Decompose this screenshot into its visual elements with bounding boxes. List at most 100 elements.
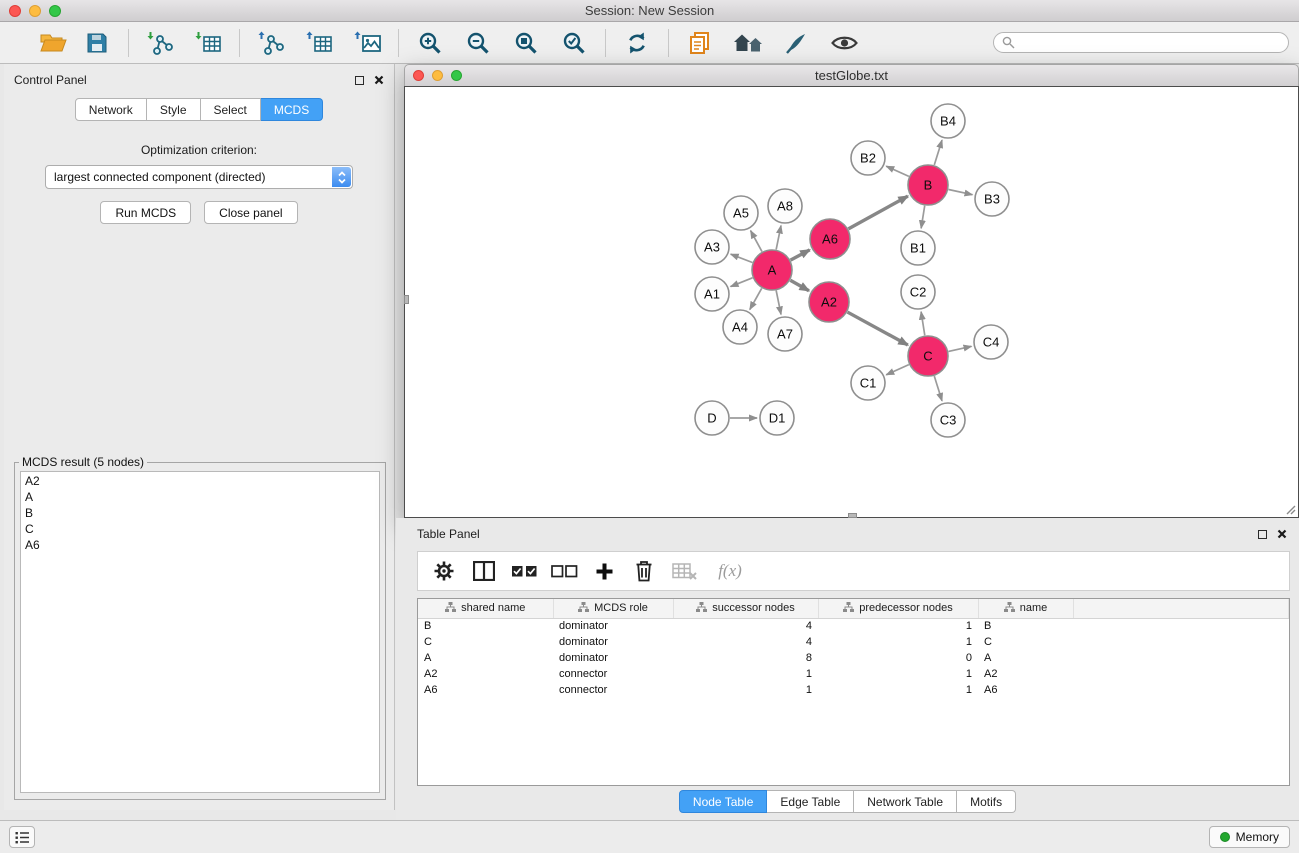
network-edge[interactable] [934,140,942,165]
tab-network-table[interactable]: Network Table [854,790,957,813]
network-node[interactable]: B [908,165,948,205]
network-node[interactable]: A2 [809,282,849,322]
network-edge[interactable] [791,250,810,260]
column-header-shared-name[interactable]: shared name [418,599,553,618]
network-node[interactable]: A1 [695,277,729,311]
tab-node-table[interactable]: Node Table [679,790,768,813]
open-file-button[interactable] [34,25,72,61]
table-cell[interactable]: 1 [673,682,818,698]
table-cell[interactable]: connector [553,666,673,682]
network-edge[interactable] [886,365,909,375]
network-canvas[interactable]: B4B2BB3A5A8A6B1A3AA1C2A2A4A7C4CC1C3DD1 [404,86,1299,518]
tab-network[interactable]: Network [75,98,147,121]
table-cell[interactable]: A2 [978,666,1073,682]
function-builder-button[interactable]: f(x) [706,554,754,588]
mcds-result-item[interactable]: A2 [21,473,379,489]
network-node[interactable]: C1 [851,366,885,400]
network-canvas-svg[interactable]: B4B2BB3A5A8A6B1A3AA1C2A2A4A7C4CC1C3DD1 [405,87,1298,517]
table-cell[interactable]: 1 [818,666,978,682]
network-edge[interactable] [790,280,809,290]
tab-mcds[interactable]: MCDS [261,98,323,121]
table-cell[interactable]: 4 [673,634,818,650]
zoom-selected-button[interactable] [555,25,593,61]
network-edge[interactable] [848,196,907,229]
network-window-titlebar[interactable]: testGlobe.txt [404,64,1299,86]
export-table-button[interactable] [300,25,338,61]
table-cell[interactable]: 4 [673,618,818,634]
mcds-result-item[interactable]: C [21,521,379,537]
column-header-mcds-role[interactable]: MCDS role [553,599,673,618]
mcds-result-item[interactable]: B [21,505,379,521]
network-node[interactable]: A7 [768,317,802,351]
tab-select[interactable]: Select [201,98,261,121]
run-mcds-button[interactable]: Run MCDS [100,201,191,224]
close-table-panel-icon[interactable] [1277,529,1287,539]
table-cell[interactable]: 1 [818,634,978,650]
search-box[interactable] [993,32,1289,53]
table-cell[interactable]: dominator [553,650,673,666]
network-node[interactable]: A [752,250,792,290]
table-cell[interactable]: dominator [553,634,673,650]
network-edge[interactable] [949,189,973,194]
optimization-criterion-dropdown[interactable]: largest connected component (directed) [45,165,353,189]
table-cell[interactable]: 1 [818,618,978,634]
mcds-result-list[interactable]: A2ABCA6 [20,471,380,793]
network-edge[interactable] [731,278,753,287]
network-node[interactable]: D1 [760,401,794,435]
close-panel-icon[interactable] [374,75,384,85]
delete-table-button[interactable] [666,554,702,588]
network-edge[interactable] [751,231,762,252]
network-node[interactable]: A5 [724,196,758,230]
export-network-button[interactable] [252,25,290,61]
select-all-button[interactable] [506,554,542,588]
network-edge[interactable] [847,312,907,345]
add-row-button[interactable] [586,554,622,588]
network-edge[interactable] [921,312,925,335]
table-cell[interactable]: A6 [418,682,553,698]
network-node[interactable]: B2 [851,141,885,175]
export-image-button[interactable] [348,25,386,61]
column-header-name[interactable]: name [978,599,1073,618]
unselect-all-button[interactable] [546,554,582,588]
table-cell[interactable]: 8 [673,650,818,666]
search-input[interactable] [1015,36,1288,50]
network-node[interactable]: B4 [931,104,965,138]
float-panel-icon[interactable] [355,76,364,85]
import-table-button[interactable] [189,25,227,61]
tab-motifs[interactable]: Motifs [957,790,1016,813]
table-cell[interactable]: B [978,618,1073,634]
close-panel-button[interactable]: Close panel [204,201,297,224]
network-node[interactable]: B1 [901,231,935,265]
resize-corner-icon[interactable] [1284,503,1296,515]
network-node[interactable]: B3 [975,182,1009,216]
table-cell[interactable]: A2 [418,666,553,682]
float-table-panel-icon[interactable] [1258,530,1267,539]
table-cell[interactable]: 0 [818,650,978,666]
network-edge[interactable] [948,346,971,351]
dropdown-stepper[interactable] [332,167,351,187]
resize-handle-left[interactable] [404,295,409,304]
tab-edge-table[interactable]: Edge Table [767,790,854,813]
network-node[interactable]: C [908,336,948,376]
refresh-view-button[interactable] [618,25,656,61]
show-hide-button[interactable] [825,25,863,61]
network-edge[interactable] [921,206,925,229]
home-button[interactable] [729,25,767,61]
node-table[interactable]: shared nameMCDS rolesuccessor nodesprede… [417,598,1290,786]
save-session-button[interactable] [78,25,116,61]
table-cell[interactable]: 1 [818,682,978,698]
table-row[interactable]: Adominator80A [418,650,1289,666]
network-node[interactable]: A3 [695,230,729,264]
network-edge[interactable] [776,291,781,315]
mcds-result-item[interactable]: A6 [21,537,379,553]
network-node[interactable]: A6 [810,219,850,259]
table-cell[interactable]: A [418,650,553,666]
network-node[interactable]: C2 [901,275,935,309]
tab-style[interactable]: Style [147,98,201,121]
network-node[interactable]: A4 [723,310,757,344]
table-row[interactable]: A2connector11A2 [418,666,1289,682]
network-node[interactable]: A8 [768,189,802,223]
zoom-out-button[interactable] [459,25,497,61]
table-settings-button[interactable] [426,554,462,588]
column-header-successor-nodes[interactable]: successor nodes [673,599,818,618]
